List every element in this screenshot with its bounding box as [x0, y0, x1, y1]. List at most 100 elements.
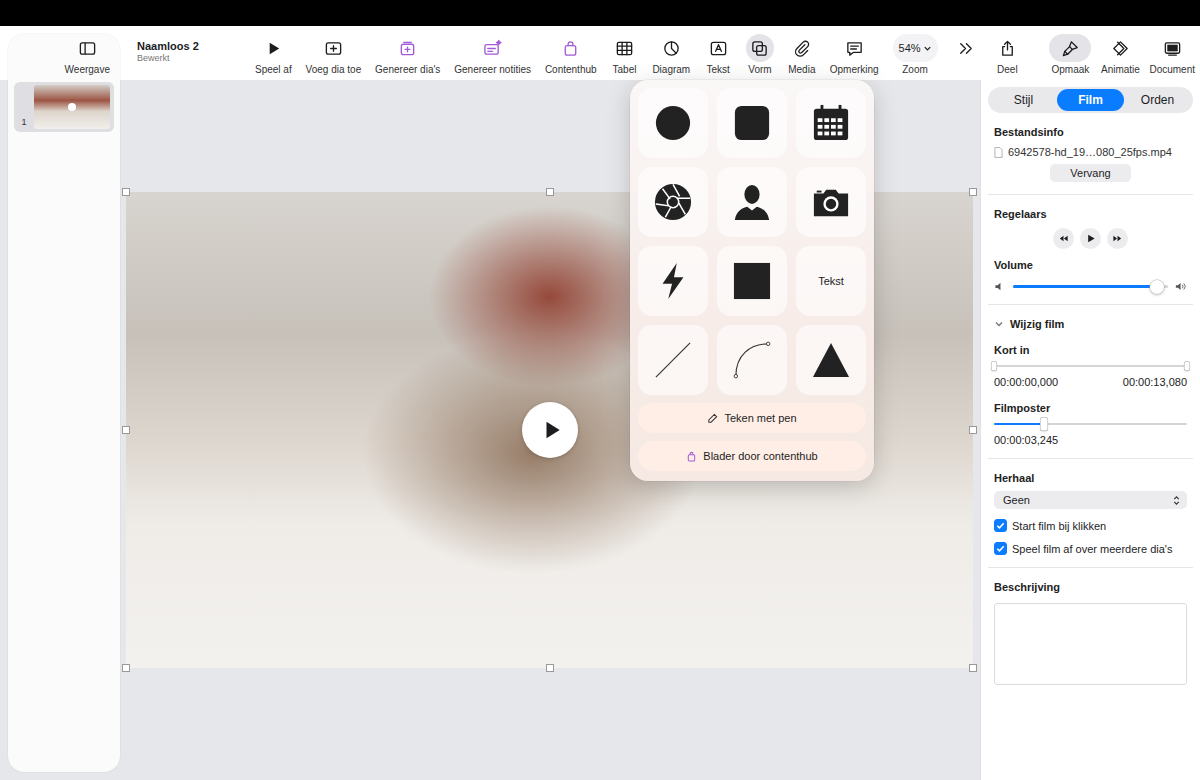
notes-icon: [483, 39, 502, 58]
fast-forward-icon: [1112, 233, 1123, 244]
file-name: 6942578-hd_19…080_25fps.mp4: [994, 146, 1187, 158]
toolbar-button[interactable]: Genereer dia's: [375, 34, 440, 76]
toolbar-button[interactable]: Animatie: [1099, 34, 1141, 76]
popover-action-button[interactable]: Teken met pen: [638, 403, 866, 433]
fast-forward-button[interactable]: [1107, 228, 1128, 249]
toolbar-button[interactable]: Tekst: [704, 34, 732, 76]
document-title[interactable]: Naamloos 2Bewerkt: [137, 34, 255, 63]
edit-movie-toggle[interactable]: Wijzig film: [994, 318, 1187, 330]
inspector-tab[interactable]: Stijl: [990, 89, 1057, 111]
description-field[interactable]: [994, 603, 1187, 685]
speaker-low-icon: [994, 281, 1006, 292]
zoom-value[interactable]: 54%: [899, 42, 932, 54]
camera-icon: [812, 183, 850, 221]
circle-icon: [654, 104, 692, 142]
anim-icon: [1111, 39, 1130, 58]
resize-handle[interactable]: [546, 188, 554, 196]
shape-tile[interactable]: [638, 88, 708, 158]
shape-tile[interactable]: [717, 246, 787, 316]
aperture-icon: [654, 183, 692, 221]
toolbar-button[interactable]: [951, 34, 979, 76]
person-icon: [733, 183, 771, 221]
view-button[interactable]: Weergave: [65, 34, 110, 82]
shape-tile[interactable]: [717, 88, 787, 158]
play-button[interactable]: [1080, 228, 1101, 249]
toolbar-button[interactable]: Tabel: [610, 34, 638, 76]
triangle-icon: [812, 341, 850, 379]
doc-icon: [1163, 39, 1182, 58]
shape-tile[interactable]: [638, 246, 708, 316]
shape-tile[interactable]: Tekst: [796, 246, 866, 316]
resize-handle[interactable]: [122, 426, 130, 434]
shape-tile[interactable]: [796, 325, 866, 395]
hub-icon: [561, 39, 580, 58]
gen-icon: [398, 39, 417, 58]
resize-handle[interactable]: [122, 188, 130, 196]
check-icon: [995, 520, 1006, 531]
bag-icon: [686, 451, 697, 462]
resize-handle[interactable]: [969, 664, 977, 672]
checkbox-row[interactable]: Start film bij klikken: [994, 519, 1187, 532]
shape-tile[interactable]: [638, 325, 708, 395]
resize-handle[interactable]: [969, 188, 977, 196]
addslide-icon: [324, 39, 343, 58]
inspector-tab[interactable]: Film: [1057, 89, 1124, 111]
shape-tile[interactable]: [796, 88, 866, 158]
rewind-button[interactable]: [1053, 228, 1074, 249]
trim-slider[interactable]: [994, 365, 1187, 367]
slide-thumbnail[interactable]: 1: [14, 82, 114, 132]
brush-icon: [1061, 39, 1080, 58]
shape-tile[interactable]: [796, 167, 866, 237]
inspector-tab[interactable]: Orden: [1124, 89, 1191, 111]
toolbar-button[interactable]: Diagram: [652, 34, 690, 76]
shape-popover: Tekst Teken met pen Blader door contenthub: [630, 80, 874, 481]
toolbar-button[interactable]: Genereer notities: [454, 34, 531, 76]
shape-icon: [750, 39, 769, 58]
comment-icon: [845, 39, 864, 58]
play-icon: [1085, 233, 1096, 244]
rewind-icon: [1058, 233, 1069, 244]
table-icon: [615, 39, 634, 58]
checkbox-row[interactable]: Speel film af over meerdere dia's: [994, 542, 1187, 555]
toolbar-group: Speel af Voeg dia toe Genereer dia's Genere…: [255, 34, 1049, 76]
inspector-toggles: OpmaakAnimatieDocument: [1049, 34, 1195, 76]
toolbar-button[interactable]: Vorm: [746, 34, 774, 76]
toolbar-button[interactable]: Speel af: [255, 34, 292, 76]
document-icon: [994, 147, 1003, 158]
shape-tile[interactable]: [638, 167, 708, 237]
more-icon: [956, 39, 975, 58]
slide-navigator: Weergave1: [8, 34, 120, 772]
toolbar-button[interactable]: Opmaak: [1049, 34, 1091, 76]
play-button[interactable]: [522, 402, 578, 458]
poster-slider[interactable]: [994, 423, 1187, 425]
play-icon: [264, 39, 283, 58]
toolbar-button[interactable]: 54% Zoom: [893, 34, 938, 76]
media-icon: [792, 39, 811, 58]
shape-tile[interactable]: [717, 167, 787, 237]
toolbar-button[interactable]: Document: [1149, 34, 1195, 76]
resize-handle[interactable]: [546, 664, 554, 672]
toolbar-button[interactable]: Contenthub: [545, 34, 597, 76]
checkbox[interactable]: [994, 519, 1007, 532]
pen-icon: [707, 413, 718, 424]
popover-action-button[interactable]: Blader door contenthub: [638, 441, 866, 471]
resize-handle[interactable]: [122, 664, 130, 672]
bolt-icon: [654, 262, 692, 300]
replace-button[interactable]: Vervang: [1050, 164, 1130, 182]
toolbar-button[interactable]: Opmerking: [830, 34, 879, 76]
calendar-icon: [812, 104, 850, 142]
shape-tile[interactable]: [717, 325, 787, 395]
volume-slider[interactable]: [1013, 285, 1168, 288]
chevron-down-icon: [923, 44, 932, 53]
toolbar-button[interactable]: Voeg dia toe: [306, 34, 362, 76]
share-icon: [998, 39, 1017, 58]
toolbar-button[interactable]: Media: [788, 34, 816, 76]
repeat-select[interactable]: Geen: [994, 491, 1187, 509]
checkbox[interactable]: [994, 542, 1007, 555]
check-icon: [995, 543, 1006, 554]
resize-handle[interactable]: [969, 426, 977, 434]
inspector-tabs: StijlFilmOrden: [988, 87, 1193, 113]
speaker-high-icon: [1175, 281, 1187, 292]
toolbar-button[interactable]: Deel: [993, 34, 1021, 76]
status-bar: [0, 0, 1200, 26]
